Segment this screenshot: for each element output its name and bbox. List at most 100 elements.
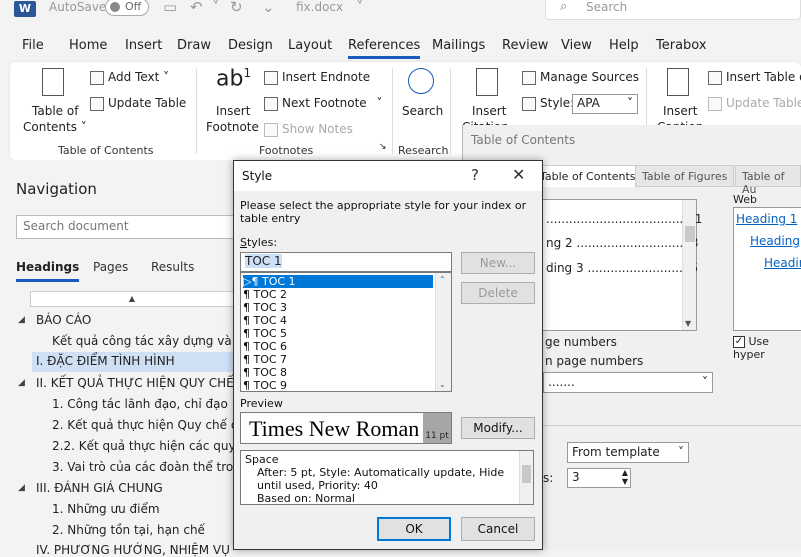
- use-hyperlinks-checkbox[interactable]: ✓ Use hyper: [733, 335, 801, 361]
- modify-button[interactable]: Modify...: [461, 417, 535, 439]
- navigation-search-input[interactable]: Search document: [16, 215, 234, 239]
- show-levels-spinner[interactable]: 3 ▲ ▼: [567, 468, 631, 488]
- scroll-down-icon[interactable]: ⌄: [439, 380, 446, 389]
- help-icon[interactable]: ?: [471, 166, 479, 184]
- collapse-triangle-icon[interactable]: ◢: [18, 378, 25, 388]
- scroll-down-icon[interactable]: ▼: [685, 319, 691, 328]
- cancel-button[interactable]: Cancel: [461, 517, 535, 541]
- insert-caption-label-1[interactable]: Insert: [663, 104, 697, 118]
- update-table-figures-button[interactable]: Update Table: [708, 96, 801, 111]
- heading-item[interactable]: Kết quả công tác xây dựng và thực: [52, 334, 262, 348]
- insert-footnote-label-1[interactable]: Insert: [216, 104, 250, 118]
- web-preview-link-1[interactable]: Heading 1: [736, 212, 797, 226]
- nav-tab-headings[interactable]: Headings: [16, 260, 80, 282]
- redo-icon[interactable]: ↻: [230, 0, 243, 16]
- menu-view[interactable]: View: [561, 36, 592, 56]
- list-item[interactable]: ¶ TOC 4: [243, 314, 433, 327]
- scroll-thumb[interactable]: [685, 226, 695, 242]
- menu-file[interactable]: File: [22, 36, 44, 56]
- tab-leader-select[interactable]: ....... ˅: [543, 372, 713, 393]
- heading-item[interactable]: 2.2. Kết quả thực hiện các quy chế: [52, 439, 261, 453]
- next-footnote-button[interactable]: Next Footnote ˅: [264, 96, 383, 111]
- list-item[interactable]: ▷¶ TOC 1: [243, 275, 433, 288]
- insert-citation-label-1[interactable]: Insert: [472, 104, 506, 118]
- description-scrollbar[interactable]: [519, 451, 533, 504]
- scroll-up-icon[interactable]: ⌃: [439, 275, 446, 284]
- heading-item[interactable]: IV. PHƯƠNG HƯỚNG, NHIỆM VỤ: [36, 543, 230, 557]
- menu-terabox[interactable]: Terabox: [656, 36, 707, 56]
- menu-help[interactable]: Help: [609, 36, 639, 56]
- add-text-button[interactable]: Add Text ˅: [90, 70, 169, 85]
- search-box[interactable]: ⌕ Search: [545, 0, 801, 20]
- undo-dropdown-icon[interactable]: ˅: [212, 0, 220, 16]
- new-style-button[interactable]: New...: [461, 252, 535, 274]
- collapse-triangle-icon[interactable]: ◢: [18, 483, 25, 493]
- insert-citation-icon: [476, 68, 498, 96]
- style-name-input[interactable]: TOC 1: [240, 252, 452, 272]
- menu-design[interactable]: Design: [228, 36, 273, 56]
- list-item[interactable]: ¶ TOC 9: [243, 379, 433, 391]
- delete-style-button[interactable]: Delete: [461, 282, 535, 304]
- heading-item[interactable]: 1. Những ưu điểm: [52, 502, 160, 516]
- menu-references[interactable]: References: [348, 36, 421, 59]
- citation-style-select[interactable]: APA ˅: [572, 94, 638, 114]
- update-table-button[interactable]: Update Table: [90, 96, 186, 111]
- list-item[interactable]: ¶ TOC 5: [243, 327, 433, 340]
- show-levels-label: s:: [543, 471, 554, 485]
- heading-item[interactable]: 2. Những tồn tại, hạn chế: [52, 523, 205, 537]
- menu-mailings[interactable]: Mailings: [432, 36, 485, 56]
- heading-item[interactable]: BÁO CÁO: [36, 313, 91, 327]
- right-align-label[interactable]: n page numbers: [545, 354, 643, 368]
- toc-button-label-1[interactable]: Table of: [32, 104, 78, 118]
- list-item[interactable]: ¶ TOC 2: [243, 288, 433, 301]
- autosave-toggle[interactable]: Off: [105, 0, 149, 16]
- web-preview-link-3[interactable]: Headin: [764, 256, 801, 270]
- web-preview-link-2[interactable]: Heading: [750, 234, 800, 248]
- show-notes-button[interactable]: Show Notes: [264, 122, 353, 137]
- nav-tab-pages[interactable]: Pages: [93, 260, 128, 274]
- research-search-button[interactable]: Search: [402, 104, 443, 118]
- menu-review[interactable]: Review: [502, 36, 548, 56]
- save-icon[interactable]: ▭: [163, 0, 177, 16]
- list-item[interactable]: ¶ TOC 3: [243, 301, 433, 314]
- nav-tab-results[interactable]: Results: [151, 260, 194, 274]
- toc-button-label-2[interactable]: Contents ˅: [23, 120, 87, 134]
- preview-label: Preview: [240, 397, 283, 410]
- styles-list-scrollbar[interactable]: ⌃ ⌄: [435, 273, 451, 391]
- heading-item[interactable]: II. KẾT QUẢ THỰC HIỆN QUY CHẾ DÂN: [36, 376, 264, 390]
- document-name[interactable]: fix.docx: [296, 0, 343, 14]
- insert-footnote-label-2[interactable]: Footnote: [206, 120, 259, 134]
- heading-item-selected[interactable]: I. ĐẶC ĐIỂM TÌNH HÌNH: [32, 352, 234, 372]
- insert-endnote-button[interactable]: Insert Endnote: [264, 70, 370, 85]
- chevron-down-icon[interactable]: ˅: [356, 0, 364, 16]
- list-item[interactable]: ¶ TOC 7: [243, 353, 433, 366]
- style-dialog-titlebar[interactable]: Style ? ✕: [234, 161, 542, 191]
- menu-layout[interactable]: Layout: [288, 36, 332, 56]
- list-item[interactable]: ¶ TOC 6: [243, 340, 433, 353]
- undo-icon[interactable]: ↶: [190, 0, 203, 16]
- customize-toolbar-icon[interactable]: ⌄: [262, 0, 275, 16]
- heading-item[interactable]: 3. Vai trò của các đoàn thể trong n: [52, 460, 260, 474]
- list-item[interactable]: ¶ TOC 8: [243, 366, 433, 379]
- menu-draw[interactable]: Draw: [177, 36, 211, 56]
- footnotes-dialog-launcher-icon[interactable]: ↘: [379, 142, 387, 152]
- nav-scroll-up-button[interactable]: ▲: [30, 291, 234, 307]
- menu-home[interactable]: Home: [69, 36, 107, 56]
- style-dialog-prompt: Please select the appropriate style for …: [240, 199, 527, 225]
- formats-select[interactable]: From template ˅: [567, 442, 689, 463]
- heading-item[interactable]: 1. Công tác lãnh đạo, chỉ đạo: [52, 397, 228, 411]
- close-icon[interactable]: ✕: [512, 165, 525, 184]
- manage-sources-button[interactable]: Manage Sources: [522, 70, 639, 85]
- tab-table-of-contents[interactable]: Table of Contents: [533, 165, 643, 187]
- collapse-triangle-icon[interactable]: ◢: [18, 315, 25, 325]
- heading-item[interactable]: III. ĐÁNH GIÁ CHUNG: [36, 481, 163, 495]
- menu-insert[interactable]: Insert: [125, 36, 162, 56]
- show-page-numbers-label[interactable]: ge numbers: [545, 335, 617, 349]
- insert-table-of-figures-button[interactable]: Insert Table of: [708, 70, 801, 85]
- tab-table-of-figures[interactable]: Table of Figures: [635, 165, 735, 187]
- scroll-thumb[interactable]: [522, 465, 531, 483]
- preview-scrollbar[interactable]: ▼: [682, 200, 696, 330]
- tab-table-of-authorities[interactable]: Table of Au: [735, 165, 801, 196]
- ok-button[interactable]: OK: [377, 517, 451, 541]
- styles-list[interactable]: ▷¶ TOC 1 ¶ TOC 2 ¶ TOC 3 ¶ TOC 4 ¶ TOC 5…: [240, 272, 452, 392]
